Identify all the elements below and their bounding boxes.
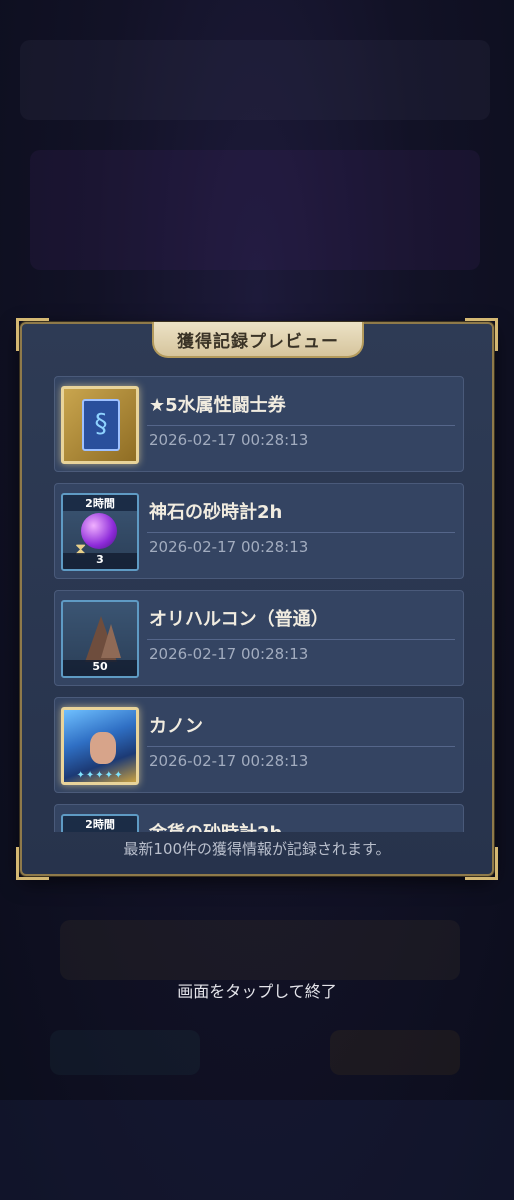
hourglass-gem-icon[interactable]: ⧗ 2時間 3 bbox=[61, 493, 139, 571]
background-bar bbox=[60, 920, 460, 980]
dialog-title-plate: 獲得記録プレビュー bbox=[152, 322, 364, 358]
acquisition-log-dialog: 獲得記録プレビュー § ★5水属性闘士券 2026-02-17 00:28:13… bbox=[16, 318, 498, 880]
rarity-stars-icon: ✦✦✦✦✦ bbox=[76, 770, 124, 781]
item-timestamp: 2026-02-17 00:28:13 bbox=[149, 538, 309, 556]
background-button-right bbox=[330, 1030, 460, 1075]
tap-to-close-label[interactable]: 画面をタップして終了 bbox=[0, 978, 514, 1002]
item-name: 金貨の砂時計2h bbox=[149, 819, 282, 832]
divider bbox=[147, 425, 455, 426]
background-button-left bbox=[50, 1030, 200, 1075]
frame-corner-ornament bbox=[465, 318, 498, 351]
item-name: オリハルコン（普通） bbox=[149, 609, 329, 630]
dialog-title: 獲得記録プレビュー bbox=[177, 331, 339, 352]
item-timestamp: 2026-02-17 00:28:13 bbox=[149, 752, 309, 770]
orichalcum-ore-icon[interactable]: 50 bbox=[61, 600, 139, 678]
acquisition-list[interactable]: § ★5水属性闘士券 2026-02-17 00:28:13 ⧗ 2時間 3 神… bbox=[54, 376, 464, 832]
list-item[interactable]: 2時間 金貨の砂時計2h bbox=[54, 804, 464, 832]
background-banner bbox=[30, 150, 480, 270]
ticket-card-icon[interactable]: § bbox=[61, 386, 139, 464]
hourglass-gold-icon[interactable]: 2時間 bbox=[61, 814, 139, 832]
divider bbox=[147, 746, 455, 747]
divider bbox=[147, 639, 455, 640]
item-name: 神石の砂時計2h bbox=[149, 502, 283, 523]
item-name: カノン bbox=[149, 716, 203, 737]
list-item[interactable]: ✦✦✦✦✦ カノン 2026-02-17 00:28:13 bbox=[54, 697, 464, 793]
dialog-footer-note: 最新100件の獲得情報が記録されます。 bbox=[123, 840, 391, 858]
duration-badge: 2時間 bbox=[63, 495, 137, 511]
item-timestamp: 2026-02-17 00:28:13 bbox=[149, 431, 309, 449]
quantity-label: 3 bbox=[63, 553, 137, 569]
duration-badge: 2時間 bbox=[63, 816, 137, 832]
divider bbox=[147, 532, 455, 533]
background-bottom-nav bbox=[0, 1100, 514, 1200]
list-item[interactable]: ⧗ 2時間 3 神石の砂時計2h 2026-02-17 00:28:13 bbox=[54, 483, 464, 579]
character-portrait-icon[interactable]: ✦✦✦✦✦ bbox=[61, 707, 139, 785]
background-panel bbox=[20, 40, 490, 120]
quantity-label: 50 bbox=[63, 660, 137, 676]
item-timestamp: 2026-02-17 00:28:13 bbox=[149, 645, 309, 663]
item-name: ★5水属性闘士券 bbox=[149, 395, 286, 416]
frame-corner-ornament bbox=[16, 318, 49, 351]
list-item[interactable]: 50 オリハルコン（普通） 2026-02-17 00:28:13 bbox=[54, 590, 464, 686]
list-item[interactable]: § ★5水属性闘士券 2026-02-17 00:28:13 bbox=[54, 376, 464, 472]
